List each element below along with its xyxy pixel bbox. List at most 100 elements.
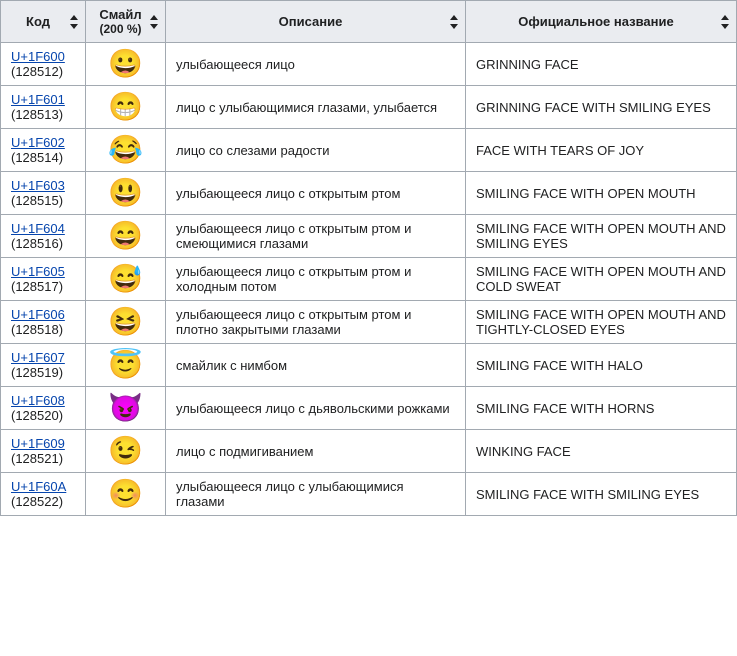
- header-label: Смайл: [99, 7, 141, 22]
- table-row: U+1F604(128516) 😄 улыбающееся лицо с откры…: [1, 215, 737, 258]
- header-label: Описание: [279, 14, 343, 29]
- cell-emoji: 😃: [86, 172, 166, 215]
- cell-emoji: 😂: [86, 129, 166, 172]
- header-label: Официальное название: [518, 14, 673, 29]
- cell-emoji: 😈: [86, 387, 166, 430]
- cell-emoji: 😆: [86, 301, 166, 344]
- header-sublabel: (200 %): [96, 22, 145, 36]
- code-dec: (128516): [11, 236, 75, 251]
- cell-code: U+1F603(128515): [1, 172, 86, 215]
- cell-official-name: SMILING FACE WITH HORNS: [466, 387, 737, 430]
- code-dec: (128518): [11, 322, 75, 337]
- cell-description: улыбающееся лицо с открытым ртом и смеющ…: [166, 215, 466, 258]
- emoji-glyph: 😄: [108, 220, 143, 251]
- code-dec: (128515): [11, 193, 75, 208]
- emoji-glyph: 😁: [108, 91, 143, 122]
- cell-description: улыбающееся лицо с открытым ртом и холод…: [166, 258, 466, 301]
- cell-official-name: WINKING FACE: [466, 430, 737, 473]
- code-hex-link[interactable]: U+1F607: [11, 350, 75, 365]
- cell-emoji: 😇: [86, 344, 166, 387]
- cell-emoji: 😁: [86, 86, 166, 129]
- code-hex-link[interactable]: U+1F603: [11, 178, 75, 193]
- cell-official-name: SMILING FACE WITH OPEN MOUTH AND COLD SW…: [466, 258, 737, 301]
- column-header-official-name[interactable]: Официальное название: [466, 1, 737, 43]
- cell-code: U+1F606(128518): [1, 301, 86, 344]
- cell-official-name: FACE WITH TEARS OF JOY: [466, 129, 737, 172]
- cell-code: U+1F604(128516): [1, 215, 86, 258]
- code-hex-link[interactable]: U+1F60A: [11, 479, 75, 494]
- code-dec: (128517): [11, 279, 75, 294]
- sort-icon: [149, 15, 159, 29]
- cell-description: улыбающееся лицо с улыбающимися глазами: [166, 473, 466, 516]
- cell-official-name: GRINNING FACE: [466, 43, 737, 86]
- code-hex-link[interactable]: U+1F600: [11, 49, 75, 64]
- table-row: U+1F608(128520) 😈 улыбающееся лицо с дьяво…: [1, 387, 737, 430]
- code-dec: (128513): [11, 107, 75, 122]
- cell-emoji: 😊: [86, 473, 166, 516]
- sort-icon: [449, 15, 459, 29]
- code-hex-link[interactable]: U+1F609: [11, 436, 75, 451]
- header-label: Код: [26, 14, 50, 29]
- code-dec: (128520): [11, 408, 75, 423]
- cell-emoji: 😄: [86, 215, 166, 258]
- code-hex-link[interactable]: U+1F601: [11, 92, 75, 107]
- emoji-glyph: 😆: [108, 306, 143, 337]
- code-dec: (128514): [11, 150, 75, 165]
- table-row: U+1F605(128517) 😅 улыбающееся лицо с откры…: [1, 258, 737, 301]
- code-hex-link[interactable]: U+1F605: [11, 264, 75, 279]
- code-dec: (128521): [11, 451, 75, 466]
- emoji-glyph: 😊: [108, 478, 143, 509]
- cell-official-name: SMILING FACE WITH OPEN MOUTH: [466, 172, 737, 215]
- cell-official-name: SMILING FACE WITH OPEN MOUTH AND SMILING…: [466, 215, 737, 258]
- code-hex-link[interactable]: U+1F606: [11, 307, 75, 322]
- cell-description: улыбающееся лицо с открытым ртом и плотн…: [166, 301, 466, 344]
- emoji-glyph: 😂: [108, 134, 143, 165]
- table-row: U+1F609(128521) 😉 лицо с подмигиваниемWINK…: [1, 430, 737, 473]
- column-header-description[interactable]: Описание: [166, 1, 466, 43]
- cell-code: U+1F602(128514): [1, 129, 86, 172]
- cell-emoji: 😉: [86, 430, 166, 473]
- sort-icon: [720, 15, 730, 29]
- emoji-glyph: 😈: [108, 392, 143, 423]
- table-row: U+1F60A(128522) 😊 улыбающееся лицо с улыба…: [1, 473, 737, 516]
- cell-official-name: SMILING FACE WITH SMILING EYES: [466, 473, 737, 516]
- header-row: Код Смайл (200 %) Описание Официальное н…: [1, 1, 737, 43]
- cell-emoji: 😀: [86, 43, 166, 86]
- emoji-table: Код Смайл (200 %) Описание Официальное н…: [0, 0, 737, 516]
- cell-official-name: SMILING FACE WITH HALO: [466, 344, 737, 387]
- emoji-glyph: 😉: [108, 435, 143, 466]
- cell-description: лицо с улыбающимися глазами, улыбается: [166, 86, 466, 129]
- code-hex-link[interactable]: U+1F604: [11, 221, 75, 236]
- table-row: U+1F606(128518) 😆 улыбающееся лицо с откры…: [1, 301, 737, 344]
- emoji-glyph: 😀: [108, 48, 143, 79]
- table-row: U+1F603(128515) 😃 улыбающееся лицо с откры…: [1, 172, 737, 215]
- column-header-code[interactable]: Код: [1, 1, 86, 43]
- cell-code: U+1F601(128513): [1, 86, 86, 129]
- emoji-glyph: 😇: [108, 349, 143, 380]
- code-dec: (128512): [11, 64, 75, 79]
- cell-description: улыбающееся лицо с дьявольскими рожками: [166, 387, 466, 430]
- sort-icon: [69, 15, 79, 29]
- table-row: U+1F607(128519) 😇 смайлик с нимбомSMILING …: [1, 344, 737, 387]
- cell-code: U+1F608(128520): [1, 387, 86, 430]
- table-row: U+1F600(128512) 😀 улыбающееся лицоGRINNING…: [1, 43, 737, 86]
- cell-code: U+1F600(128512): [1, 43, 86, 86]
- cell-code: U+1F607(128519): [1, 344, 86, 387]
- cell-description: улыбающееся лицо: [166, 43, 466, 86]
- cell-official-name: SMILING FACE WITH OPEN MOUTH AND TIGHTLY…: [466, 301, 737, 344]
- cell-description: улыбающееся лицо с открытым ртом: [166, 172, 466, 215]
- code-dec: (128522): [11, 494, 75, 509]
- emoji-glyph: 😃: [108, 177, 143, 208]
- cell-description: смайлик с нимбом: [166, 344, 466, 387]
- cell-official-name: GRINNING FACE WITH SMILING EYES: [466, 86, 737, 129]
- code-hex-link[interactable]: U+1F602: [11, 135, 75, 150]
- column-header-emoji[interactable]: Смайл (200 %): [86, 1, 166, 43]
- code-dec: (128519): [11, 365, 75, 380]
- cell-code: U+1F60A(128522): [1, 473, 86, 516]
- code-hex-link[interactable]: U+1F608: [11, 393, 75, 408]
- cell-description: лицо с подмигиванием: [166, 430, 466, 473]
- emoji-glyph: 😅: [108, 263, 143, 294]
- cell-emoji: 😅: [86, 258, 166, 301]
- cell-description: лицо со слезами радости: [166, 129, 466, 172]
- table-row: U+1F601(128513) 😁 лицо с улыбающимися глаз…: [1, 86, 737, 129]
